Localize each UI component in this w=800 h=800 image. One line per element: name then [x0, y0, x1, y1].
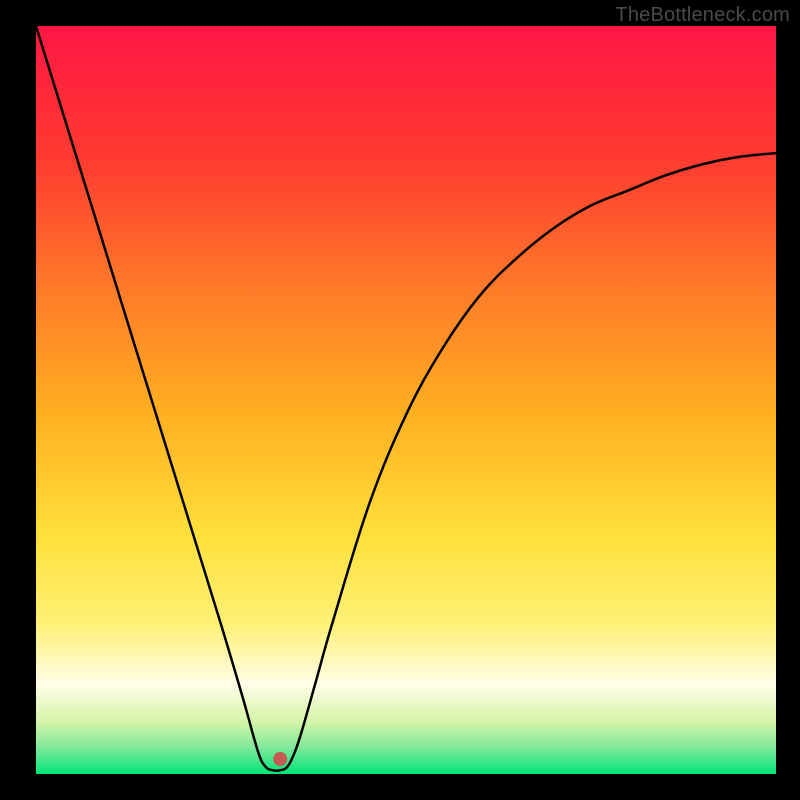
- watermark-text: TheBottleneck.com: [615, 4, 790, 27]
- bottleneck-plot: [0, 0, 800, 800]
- plot-background: [36, 26, 776, 774]
- chart-frame: TheBottleneck.com: [0, 0, 800, 800]
- optimal-point-marker: [273, 752, 287, 766]
